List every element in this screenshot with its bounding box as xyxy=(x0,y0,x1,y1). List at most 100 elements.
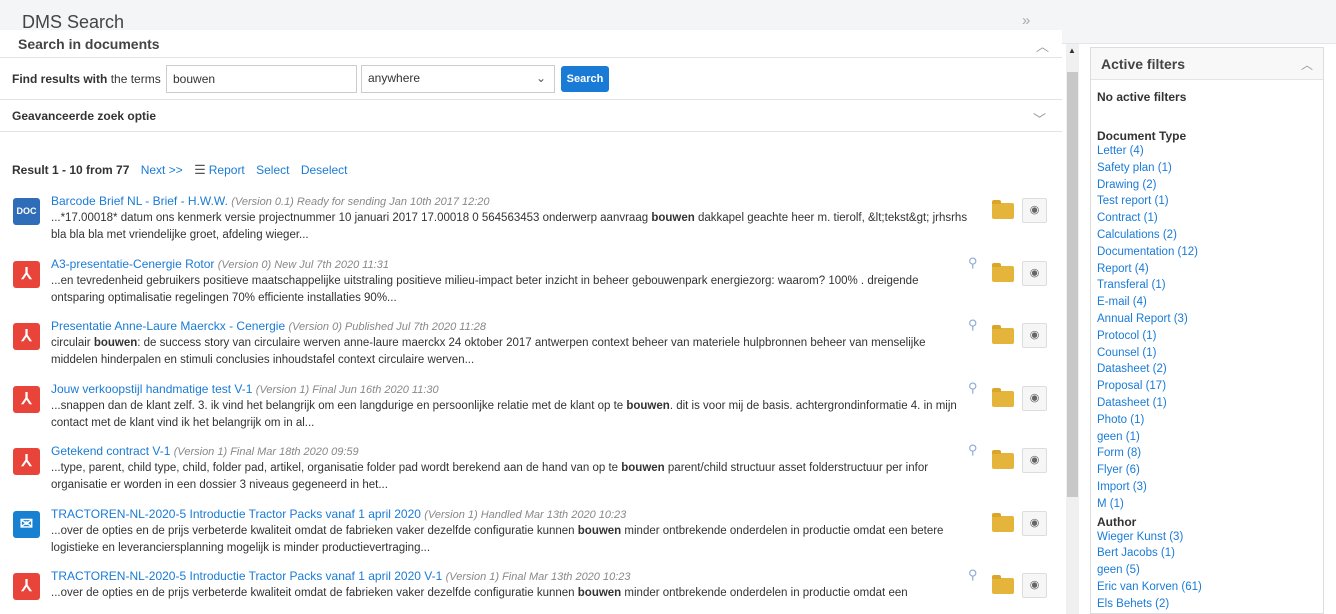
result-title[interactable]: TRACTOREN-NL-2020-5 Introductie Tractor … xyxy=(51,507,626,521)
next-link[interactable]: Next >> xyxy=(141,163,183,177)
folder-icon[interactable] xyxy=(992,200,1014,219)
result-meta: (Version 1) Final Mar 13th 2020 10:23 xyxy=(445,571,631,583)
result-title[interactable]: TRACTOREN-NL-2020-5 Introductie Tractor … xyxy=(51,569,631,583)
select-link[interactable]: Select xyxy=(256,163,289,177)
snippet-keyword: bouwen xyxy=(577,524,622,537)
folder-icon[interactable] xyxy=(992,387,1014,407)
facet-doc-type[interactable]: Contract (1) xyxy=(1097,210,1321,227)
eye-icon[interactable]: ◉ xyxy=(1022,448,1047,473)
chevron-down-icon[interactable]: ﹀ xyxy=(1033,109,1046,128)
result-title-text[interactable]: Barcode Brief NL - Brief - H.W.W. xyxy=(51,194,228,208)
folder-icon[interactable] xyxy=(992,450,1014,469)
result-title[interactable]: Presentatie Anne-Laure Maerckx - Cenergi… xyxy=(51,319,486,333)
facet-doc-type[interactable]: Calculations (2) xyxy=(1097,227,1321,244)
eye-icon[interactable]: ◉ xyxy=(1022,573,1047,598)
facet-doc-type[interactable]: Test report (1) xyxy=(1097,193,1321,210)
search-section-header[interactable]: Search in documents ︿ xyxy=(0,30,1062,58)
facet-doc-type[interactable]: Datasheet (1) xyxy=(1097,395,1321,412)
result-title[interactable]: Barcode Brief NL - Brief - H.W.W. (Versi… xyxy=(51,194,490,208)
result-title-text[interactable]: TRACTOREN-NL-2020-5 Introductie Tractor … xyxy=(51,507,421,521)
folder-icon[interactable] xyxy=(992,262,1014,282)
find-label-rest: the terms xyxy=(110,72,161,86)
magnifier-icon[interactable]: ⚲ xyxy=(968,380,978,396)
pdf-file-icon: ⅄ xyxy=(13,448,40,475)
facet-doc-type[interactable]: Drawing (2) xyxy=(1097,177,1321,194)
result-snippet: ...*17.00018* datum ons kenmerk versie p… xyxy=(51,210,973,244)
result-count: Result 1 - 10 from 77 xyxy=(12,163,130,177)
facet-doc-type[interactable]: geen (1) xyxy=(1097,429,1321,446)
facet-doc-type[interactable]: Form (8) xyxy=(1097,445,1321,462)
result-title-text[interactable]: A3-presentatie-Cenergie Rotor xyxy=(51,257,214,271)
eye-icon[interactable]: ◉ xyxy=(1022,260,1047,286)
facet-doc-type[interactable]: M (1) xyxy=(1097,496,1321,513)
result-title[interactable]: Getekend contract V-1 (Version 1) Final … xyxy=(51,444,359,458)
search-button[interactable]: Search xyxy=(561,66,609,92)
folder-icon[interactable] xyxy=(992,325,1014,344)
scrollbar-thumb[interactable] xyxy=(1067,72,1078,497)
facet-author[interactable]: Bert Jacobs (1) xyxy=(1097,545,1321,562)
folder-icon[interactable] xyxy=(992,512,1014,532)
result-title-text[interactable]: Jouw verkoopstijl handmatige test V-1 xyxy=(51,382,252,396)
facet-doc-type[interactable]: Report (4) xyxy=(1097,261,1321,278)
snippet-keyword: bouwen xyxy=(651,212,695,224)
facet-doc-type[interactable]: Datasheet (2) xyxy=(1097,361,1321,378)
magnifier-icon[interactable]: ⚲ xyxy=(968,442,978,458)
result-row: ⅄ Jouw verkoopstijl handmatige test V-1 (… xyxy=(0,378,1062,441)
double-chevron-right-icon[interactable]: » xyxy=(1022,12,1030,29)
magnifier-icon[interactable]: ⚲ xyxy=(968,567,978,583)
snippet-text: ...over de opties en de prijs verbeterde… xyxy=(51,524,578,537)
deselect-link[interactable]: Deselect xyxy=(301,163,348,177)
facet-doc-type[interactable]: Documentation (12) xyxy=(1097,244,1321,261)
facet-doc-type[interactable]: Annual Report (3) xyxy=(1097,311,1321,328)
result-row: DOC Barcode Brief NL - Brief - H.W.W. (Ve… xyxy=(0,190,1062,253)
result-row: ⅄ Getekend contract V-1 (Version 1) Final… xyxy=(0,440,1062,503)
magnifier-icon[interactable]: ⚲ xyxy=(968,317,978,333)
snippet-keyword: bouwen xyxy=(621,462,665,474)
facet-doc-type[interactable]: Letter (4) xyxy=(1097,143,1321,160)
filters-header[interactable]: Active filters ︿ xyxy=(1091,48,1323,80)
facet-doc-type[interactable]: E-mail (4) xyxy=(1097,294,1321,311)
list-icon[interactable]: ☰ xyxy=(194,162,206,177)
search-panel: Search in documents ︿ Find results with … xyxy=(0,30,1062,614)
result-snippet: ...en tevredenheid gebruikers positieve … xyxy=(51,273,973,307)
snippet-keyword: bouwen xyxy=(626,399,670,412)
result-title[interactable]: Jouw verkoopstijl handmatige test V-1 (V… xyxy=(51,382,439,396)
facet-doc-type[interactable]: Photo (1) xyxy=(1097,412,1321,429)
facet-author[interactable]: geen (5) xyxy=(1097,562,1321,579)
facet-doc-type[interactable]: Flyer (6) xyxy=(1097,462,1321,479)
result-title-text[interactable]: TRACTOREN-NL-2020-5 Introductie Tractor … xyxy=(51,569,442,583)
eye-icon[interactable]: ◉ xyxy=(1022,385,1047,411)
folder-icon[interactable] xyxy=(992,575,1014,594)
facet-doc-type[interactable]: Safety plan (1) xyxy=(1097,160,1321,177)
magnifier-icon[interactable]: ⚲ xyxy=(968,255,978,271)
facet-doc-type[interactable]: Transferal (1) xyxy=(1097,277,1321,294)
match-location-select[interactable]: anywhere ⌄ xyxy=(361,65,555,93)
eye-icon[interactable]: ◉ xyxy=(1022,198,1047,223)
report-link[interactable]: Report xyxy=(209,163,245,177)
search-terms-input[interactable] xyxy=(166,65,357,93)
result-snippet: ...over de opties en de prijs verbeterde… xyxy=(51,585,973,614)
result-title-text[interactable]: Presentatie Anne-Laure Maerckx - Cenergi… xyxy=(51,319,285,333)
facet-author[interactable]: Eric van Korven (61) xyxy=(1097,579,1321,596)
results-toolbar: Result 1 - 10 from 77 Next >> ☰ Report Se… xyxy=(12,162,348,178)
result-title-text[interactable]: Getekend contract V-1 xyxy=(51,444,170,458)
find-row: Find results with the terms anywhere ⌄ Se… xyxy=(0,58,1062,100)
scrollbar[interactable]: ▲ xyxy=(1066,44,1079,614)
result-row: ⅄ Presentatie Anne-Laure Maerckx - Cenerg… xyxy=(0,315,1062,378)
facet-doc-type[interactable]: Import (3) xyxy=(1097,479,1321,496)
facet-doc-type[interactable]: Counsel (1) xyxy=(1097,345,1321,362)
snippet-text: ...type, parent, child type, child, fold… xyxy=(51,462,622,474)
snippet-keyword: bouwen xyxy=(577,587,622,599)
result-title[interactable]: A3-presentatie-Cenergie Rotor (Version 0… xyxy=(51,257,389,271)
facet-doc-type[interactable]: Protocol (1) xyxy=(1097,328,1321,345)
chevron-up-icon[interactable]: ︿ xyxy=(1301,56,1313,73)
eye-icon[interactable]: ◉ xyxy=(1022,323,1047,348)
eye-icon[interactable]: ◉ xyxy=(1022,510,1047,536)
facet-doc-type[interactable]: Proposal (17) xyxy=(1097,378,1321,395)
advanced-search-toggle[interactable]: Geavanceerde zoek optie ﹀ xyxy=(0,100,1062,132)
results-list: DOC Barcode Brief NL - Brief - H.W.W. (Ve… xyxy=(0,190,1062,614)
scroll-up-arrow-icon[interactable]: ▲ xyxy=(1068,46,1076,55)
facet-author[interactable]: Wieger Kunst (3) xyxy=(1097,529,1321,546)
facet-author[interactable]: Els Behets (2) xyxy=(1097,596,1321,613)
chevron-up-icon[interactable]: ︿ xyxy=(1036,36,1049,55)
